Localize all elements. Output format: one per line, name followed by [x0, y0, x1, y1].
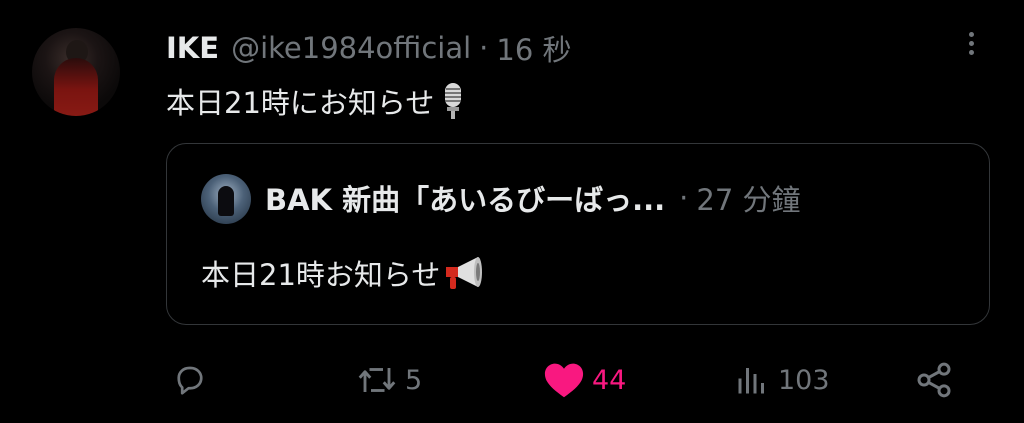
reply-icon — [177, 366, 203, 395]
tweet-text: 本日21時にお知らせ — [166, 86, 435, 120]
quoted-tweet-card[interactable]: BAK 新曲「あいるびーばっ... · 27 分鐘 本日21時お知らせ — [166, 143, 990, 325]
tweet-timestamp[interactable]: 16 秒 — [496, 27, 571, 69]
quoted-tweet-text: 本日21時お知らせ — [201, 258, 441, 292]
author-avatar[interactable] — [32, 28, 120, 116]
more-options-icon[interactable] — [957, 28, 985, 62]
avatar-figure — [54, 58, 98, 116]
retweet-button[interactable]: 5 — [355, 355, 422, 405]
quoted-text-row: 本日21時お知らせ — [201, 252, 486, 294]
retweet-icon — [358, 368, 396, 392]
tweet-actions: 5 44 103 — [0, 355, 1024, 405]
view-count: 103 — [778, 364, 830, 396]
share-button[interactable] — [914, 355, 954, 405]
analytics-icon — [738, 368, 764, 394]
heart-icon — [544, 363, 584, 398]
author-name[interactable]: IKE — [166, 31, 219, 65]
like-button[interactable]: 44 — [542, 355, 626, 405]
microphone-icon — [445, 83, 462, 119]
like-count: 44 — [592, 364, 627, 396]
quoted-tweet-timestamp: 27 分鐘 — [696, 183, 801, 217]
quoted-author-avatar[interactable] — [201, 174, 251, 224]
retweet-count: 5 — [405, 364, 423, 396]
tweet-header: IKE @ike1984official · 16 秒 — [166, 28, 572, 68]
share-icon — [917, 362, 951, 398]
quoted-avatar-figure — [218, 186, 234, 216]
megaphone-icon — [446, 257, 483, 289]
quoted-header-separator: · — [679, 181, 689, 215]
reply-button[interactable] — [172, 355, 214, 405]
views-button[interactable]: 103 — [732, 355, 830, 405]
quoted-author-name: BAK 新曲「あいるびーばっ... — [265, 183, 666, 217]
quoted-tweet-header: BAK 新曲「あいるびーばっ... · 27 分鐘 — [265, 178, 801, 218]
author-handle[interactable]: @ike1984official — [231, 31, 471, 65]
tweet-text-row: 本日21時にお知らせ — [166, 80, 466, 122]
header-separator: · — [479, 31, 489, 65]
